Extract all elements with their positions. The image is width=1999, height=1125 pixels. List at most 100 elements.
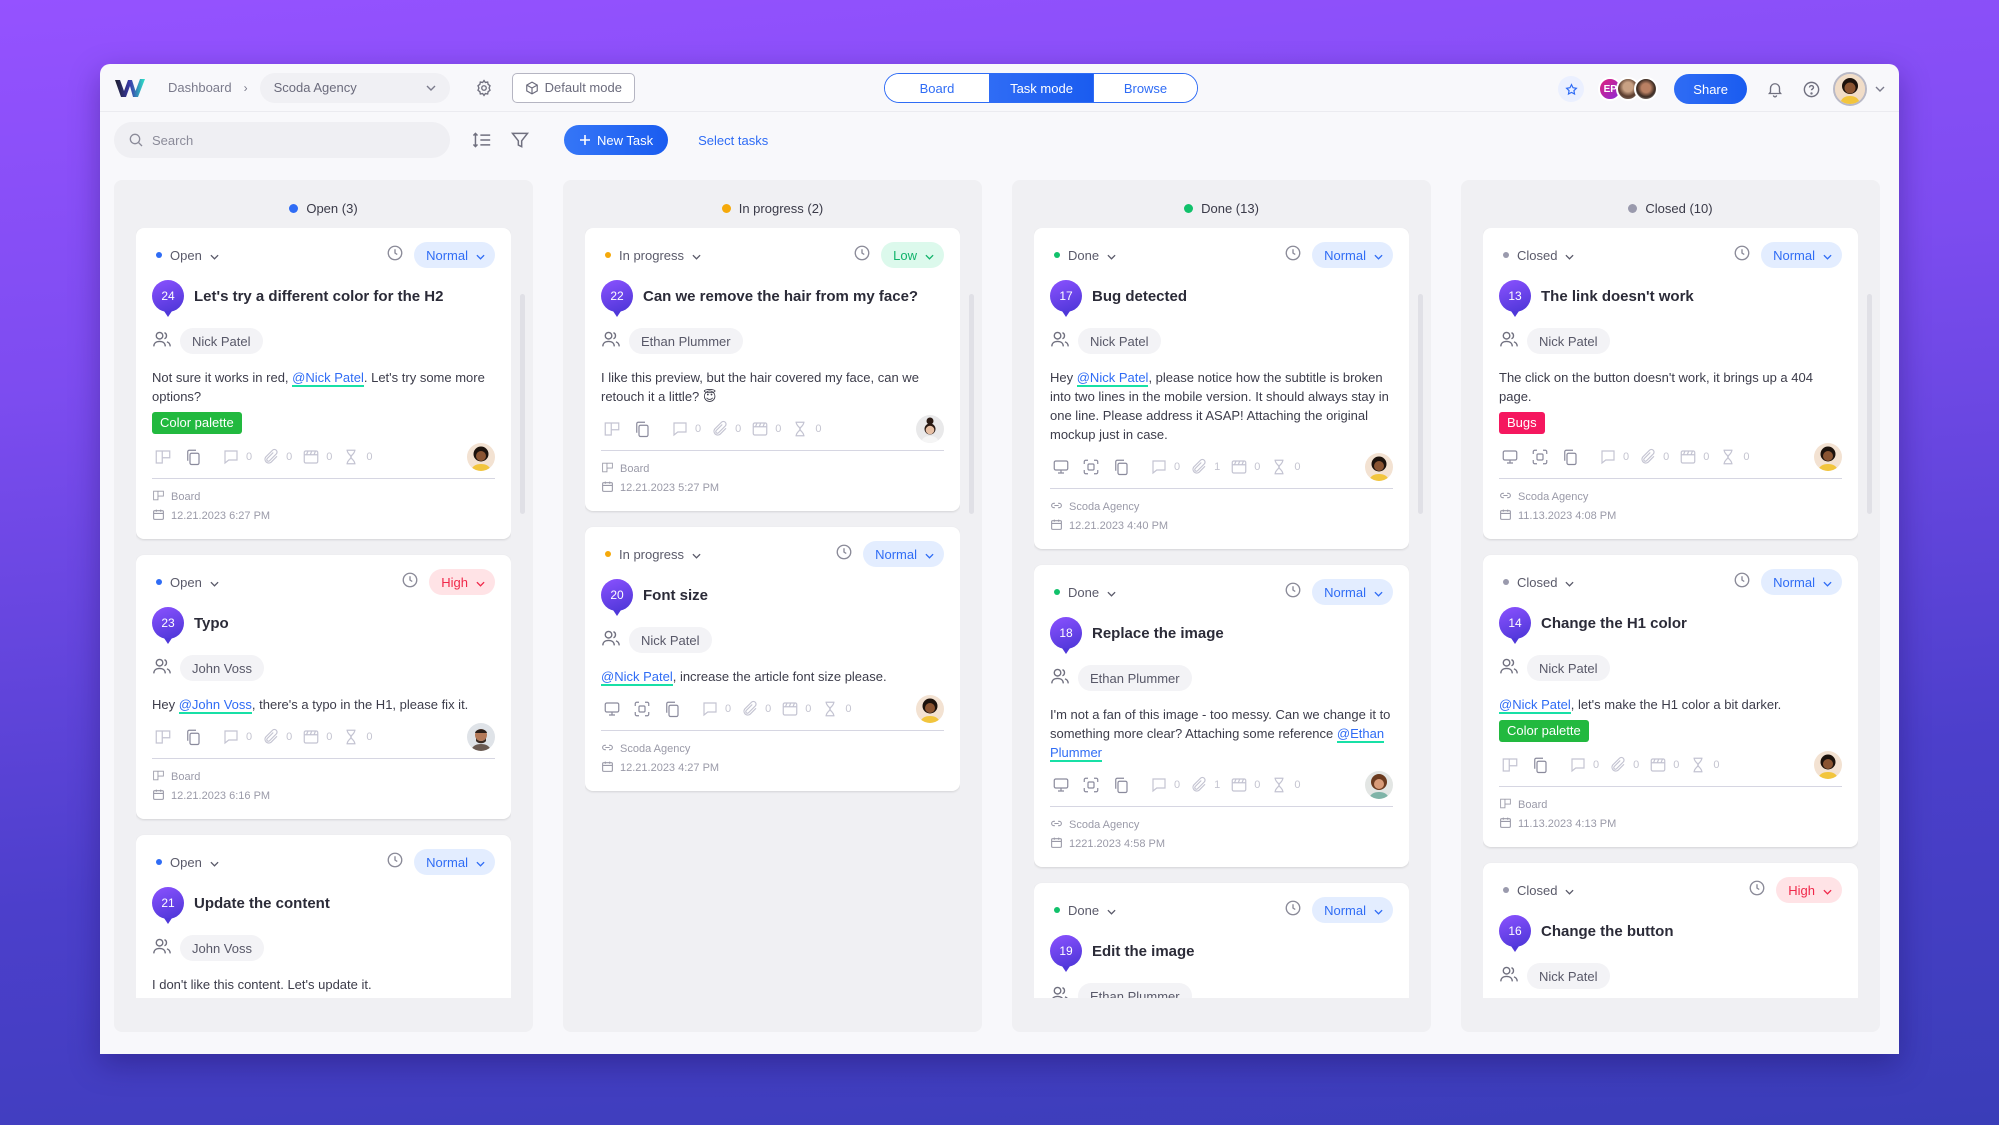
settings-gear-icon[interactable] [470, 74, 498, 102]
assignee-avatar[interactable] [1365, 453, 1393, 481]
screen-capture-icon[interactable] [1529, 446, 1551, 468]
priority-dropdown[interactable]: Normal [863, 541, 944, 567]
tag-label[interactable]: Color palette [152, 412, 242, 434]
column-scrollbar[interactable] [1418, 294, 1423, 514]
board-icon[interactable] [601, 418, 623, 440]
task-card[interactable]: Open Normal 24 Let's try a different color … [136, 228, 511, 539]
copy-icon[interactable] [182, 726, 204, 748]
assignee-avatar[interactable] [467, 723, 495, 751]
attachment-icon[interactable] [709, 418, 731, 440]
assignee-chip[interactable]: Nick Patel [1527, 963, 1610, 989]
copy-icon[interactable] [1110, 456, 1132, 478]
media-icon[interactable] [300, 446, 322, 468]
assignee-chip[interactable]: John Voss [180, 935, 264, 961]
assignee-chip[interactable]: Ethan Plummer [1078, 983, 1192, 998]
priority-dropdown[interactable]: Normal [414, 849, 495, 875]
task-title[interactable]: Let's try a different color for the H2 [194, 288, 443, 305]
hourglass-icon[interactable] [340, 446, 362, 468]
status-dropdown[interactable]: Closed [1499, 248, 1575, 263]
copy-icon[interactable] [661, 698, 683, 720]
board-icon[interactable] [152, 446, 174, 468]
share-button[interactable]: Share [1674, 74, 1747, 104]
status-dropdown[interactable]: Open [152, 248, 219, 263]
task-card[interactable]: Closed Normal 13 The link doesn't work Nick … [1483, 228, 1858, 539]
status-dropdown[interactable]: Done [1050, 248, 1116, 263]
clock-icon[interactable] [386, 851, 404, 874]
assignee-chip[interactable]: Nick Patel [1078, 328, 1161, 354]
monitor-icon[interactable] [1499, 446, 1521, 468]
priority-dropdown[interactable]: High [429, 569, 495, 595]
status-dropdown[interactable]: Done [1050, 585, 1116, 600]
clock-icon[interactable] [1284, 581, 1302, 604]
user-avatar[interactable] [1833, 72, 1867, 106]
status-dropdown[interactable]: In progress [601, 547, 701, 562]
clock-icon[interactable] [1748, 879, 1766, 902]
select-tasks-link[interactable]: Select tasks [698, 133, 768, 148]
status-dropdown[interactable]: Closed [1499, 575, 1575, 590]
app-logo-icon[interactable] [114, 76, 146, 100]
status-dropdown[interactable]: Open [152, 575, 219, 590]
new-task-button[interactable]: New Task [564, 125, 669, 155]
hourglass-icon[interactable] [1717, 446, 1739, 468]
priority-dropdown[interactable]: High [1776, 877, 1842, 903]
task-card[interactable]: DoneNormal19Edit the imageEthan Plummer0… [1034, 883, 1409, 998]
comment-icon[interactable] [669, 418, 691, 440]
assignee-chip[interactable]: Nick Patel [1527, 328, 1610, 354]
media-icon[interactable] [1228, 774, 1250, 796]
priority-dropdown[interactable]: Low [881, 242, 944, 268]
priority-dropdown[interactable]: Normal [1312, 242, 1393, 268]
notifications-bell-icon[interactable] [1761, 75, 1789, 103]
task-title[interactable]: The link doesn't work [1541, 288, 1694, 305]
attachment-icon[interactable] [1188, 456, 1210, 478]
media-icon[interactable] [1647, 754, 1669, 776]
comment-icon[interactable] [220, 726, 242, 748]
attachment-icon[interactable] [1637, 446, 1659, 468]
comment-icon[interactable] [1597, 446, 1619, 468]
monitor-icon[interactable] [1050, 456, 1072, 478]
board-icon[interactable] [152, 726, 174, 748]
task-title[interactable]: Font size [643, 587, 708, 604]
clock-icon[interactable] [1733, 244, 1751, 267]
task-card[interactable]: Done Normal 17 Bug detected Nick Patel Hey @N… [1034, 228, 1409, 549]
source-line[interactable]: Board [152, 767, 495, 786]
priority-dropdown[interactable]: Normal [1312, 897, 1393, 923]
comment-icon[interactable] [220, 446, 242, 468]
assignee-chip[interactable]: Nick Patel [1527, 655, 1610, 681]
copy-icon[interactable] [1559, 446, 1581, 468]
status-dropdown[interactable]: In progress [601, 248, 701, 263]
comment-icon[interactable] [699, 698, 721, 720]
task-card[interactable]: Open High 23 Typo John Voss Hey @John Voss, t… [136, 555, 511, 819]
task-card[interactable]: Done Normal 18 Replace the image Ethan Plumm… [1034, 565, 1409, 867]
assignee-avatar[interactable] [1814, 751, 1842, 779]
copy-icon[interactable] [1529, 754, 1551, 776]
attachment-icon[interactable] [260, 726, 282, 748]
task-card[interactable]: In progress Low 22 Can we remove the hair f… [585, 228, 960, 511]
column-scrollbar[interactable] [969, 294, 974, 514]
task-card[interactable]: Closed High 16 Change the button Nick Patel 0… [1483, 863, 1858, 998]
screen-capture-icon[interactable] [1080, 774, 1102, 796]
tag-label[interactable]: Color palette [1499, 720, 1589, 742]
copy-icon[interactable] [1110, 774, 1132, 796]
attachment-icon[interactable] [260, 446, 282, 468]
assignee-avatar[interactable] [916, 695, 944, 723]
status-dropdown[interactable]: Done [1050, 903, 1116, 918]
assignee-chip[interactable]: Nick Patel [629, 627, 712, 653]
assignee-avatar[interactable] [1814, 443, 1842, 471]
assignee-chip[interactable]: Ethan Plummer [1078, 665, 1192, 691]
clock-icon[interactable] [1733, 571, 1751, 594]
task-title[interactable]: Edit the image [1092, 943, 1195, 960]
search-input[interactable] [152, 132, 432, 148]
favorite-star-icon[interactable] [1558, 76, 1585, 102]
mention-link[interactable]: @Nick Patel [1499, 697, 1571, 714]
status-dropdown[interactable]: Open [152, 855, 219, 870]
comment-icon[interactable] [1148, 774, 1170, 796]
screen-capture-icon[interactable] [1080, 456, 1102, 478]
mention-link[interactable]: @Nick Patel [292, 370, 364, 387]
tab-task-mode[interactable]: Task mode [989, 74, 1093, 102]
task-title[interactable]: Change the H1 color [1541, 615, 1687, 632]
media-icon[interactable] [749, 418, 771, 440]
hourglass-icon[interactable] [1268, 456, 1290, 478]
attachment-icon[interactable] [1188, 774, 1210, 796]
task-title[interactable]: Update the content [194, 895, 330, 912]
sort-icon[interactable] [468, 126, 496, 154]
